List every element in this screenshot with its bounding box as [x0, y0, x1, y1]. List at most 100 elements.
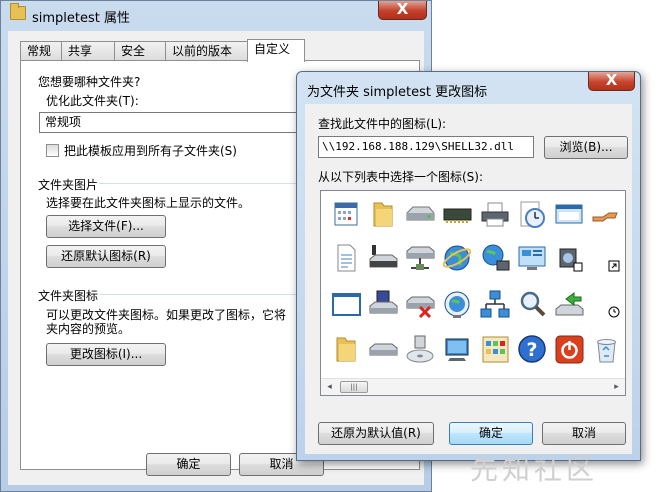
network-share-icon-glyph — [555, 292, 584, 316]
drive-icon[interactable] — [403, 197, 437, 231]
audio-shortcut-icon[interactable] — [552, 241, 586, 275]
cd-drive-icon-glyph — [369, 343, 398, 356]
icon-list[interactable]: ? ◂ ||| ▸ — [320, 190, 626, 396]
monitor-settings-icon[interactable] — [515, 241, 549, 275]
globe-icon-glyph — [442, 245, 472, 271]
folder-icon[interactable] — [329, 332, 363, 366]
floppy-drive-icon-glyph — [369, 290, 398, 314]
calendar-icon[interactable] — [329, 197, 363, 231]
network-drive-icon-glyph — [406, 246, 435, 270]
folder-type-question: 您想要哪种文件夹? — [38, 75, 141, 89]
power-icon-glyph — [555, 335, 584, 364]
horizontal-scrollbar[interactable]: ◂ ||| ▸ — [321, 378, 625, 395]
network-icon[interactable] — [478, 287, 512, 321]
change-icon-dialog: 为文件夹 simpletest 更改图标 X 查找此文件中的图标(L): \\1… — [296, 71, 641, 461]
dialog-close-button[interactable]: X — [588, 72, 635, 91]
desktop-computer-icon-glyph — [445, 338, 469, 361]
tab-general[interactable]: 常规 — [20, 41, 62, 61]
share-hand-icon[interactable] — [589, 197, 623, 231]
close-button[interactable]: X — [378, 1, 427, 20]
select-icon-label: 从以下列表中选择一个图标(S): — [318, 170, 484, 184]
floppy-drive-icon[interactable] — [366, 287, 400, 321]
cd-install-icon[interactable] — [403, 332, 437, 366]
desktop-computer-icon[interactable] — [440, 332, 474, 366]
shortcut-arrow-icon-glyph — [608, 260, 620, 272]
folder-icon-glyph — [336, 337, 356, 362]
memory-chip-icon[interactable] — [440, 197, 474, 231]
icon-file-path-input[interactable]: \\192.168.188.129\SHELL32.dll — [318, 136, 534, 158]
group-divider — [99, 294, 299, 295]
lookup-label: 查找此文件中的图标(L): — [318, 117, 447, 131]
document-icon[interactable] — [329, 241, 363, 275]
clock-icon-glyph — [520, 201, 545, 228]
blank-window-icon-glyph — [332, 293, 361, 316]
help-icon-glyph: ? — [518, 335, 546, 363]
network-icon-glyph — [480, 290, 510, 318]
power-icon[interactable] — [552, 332, 586, 366]
tab-previous-versions[interactable]: 以前的版本 — [165, 41, 249, 61]
svg-text:?: ? — [526, 339, 537, 361]
clock-icon[interactable] — [515, 197, 549, 231]
window-icon[interactable] — [552, 197, 586, 231]
apply-template-label: 把此模板应用到所有子文件夹(S) — [64, 144, 237, 158]
shortcut-arrow-icon[interactable] — [589, 241, 623, 275]
folder-icon[interactable] — [366, 197, 400, 231]
recycle-bin-icon-glyph — [597, 339, 616, 363]
choose-file-button[interactable]: 选择文件(F)... — [46, 215, 166, 238]
drive-error-icon-glyph — [406, 296, 435, 319]
folder-icon — [10, 3, 26, 20]
folder-pictures-description: 选择要在此文件夹图标上显示的文件。 — [46, 196, 251, 210]
calendar-icon-glyph — [334, 202, 358, 226]
document-icon-glyph — [337, 244, 356, 272]
change-icon-button[interactable]: 更改图标(I)... — [46, 343, 166, 366]
scroll-thumb[interactable]: ||| — [340, 381, 368, 393]
ok-button[interactable]: 确定 — [146, 453, 231, 476]
dialog-ok-button[interactable]: 确定 — [449, 422, 533, 445]
control-panel-icon-glyph — [482, 336, 509, 363]
drive-disconnected-icon-glyph — [369, 245, 398, 268]
apply-template-checkbox[interactable] — [46, 144, 59, 157]
folder-pictures-title: 文件夹图片 — [38, 178, 99, 192]
folder-icon-title: 文件夹图标 — [38, 289, 99, 303]
window-icon-glyph — [555, 204, 583, 224]
share-hand-icon-glyph — [592, 212, 618, 222]
cd-install-icon-glyph — [406, 335, 434, 363]
search-magnifier-icon[interactable] — [515, 287, 549, 321]
globe-icon[interactable] — [440, 241, 474, 275]
optimize-select[interactable]: 常规项 — [39, 112, 339, 133]
internet-globe-icon[interactable] — [440, 287, 474, 321]
network-drive-icon[interactable] — [403, 241, 437, 275]
control-panel-icon[interactable] — [478, 332, 512, 366]
printer-icon[interactable] — [478, 197, 512, 231]
scroll-right-arrow[interactable]: ▸ — [608, 379, 625, 395]
dialog-title: 为文件夹 simpletest 更改图标 — [307, 85, 488, 100]
folder-icon-description-line-2: 夹内容的预览。 — [46, 322, 131, 336]
drive-icon-glyph — [406, 206, 435, 221]
help-icon[interactable]: ? — [515, 332, 549, 366]
internet-globe-icon-glyph — [444, 291, 470, 318]
tab-sharing[interactable]: 共享 — [61, 41, 115, 61]
tab-customize[interactable]: 自定义 — [247, 39, 305, 62]
monitor-settings-icon-glyph — [518, 246, 546, 270]
tab-security[interactable]: 安全 — [114, 41, 166, 61]
recycle-bin-icon[interactable] — [589, 332, 623, 366]
memory-chip-icon-glyph — [443, 208, 472, 223]
restore-default-image-button[interactable]: 还原默认图标(R) — [46, 245, 166, 268]
drive-error-icon[interactable] — [403, 287, 437, 321]
folder-icon-glyph — [373, 202, 393, 227]
timer-icon-glyph — [608, 306, 620, 318]
blank-window-icon[interactable] — [329, 287, 363, 321]
network-share-icon[interactable] — [552, 287, 586, 321]
restore-defaults-button[interactable]: 还原为默认值(R) — [318, 422, 434, 445]
optimize-label: 优化此文件夹(T): — [46, 94, 139, 108]
network-globe-icon[interactable] — [478, 241, 512, 275]
dialog-cancel-button[interactable]: 取消 — [542, 422, 626, 445]
properties-title: simpletest 属性 — [32, 11, 131, 26]
timer-icon[interactable] — [589, 287, 623, 321]
properties-titlebar[interactable]: simpletest 属性 X — [1, 1, 431, 31]
cd-drive-icon[interactable] — [366, 332, 400, 366]
group-divider — [99, 183, 299, 184]
browse-button[interactable]: 浏览(B)... — [544, 136, 628, 159]
scroll-left-arrow[interactable]: ◂ — [321, 379, 338, 395]
drive-disconnected-icon[interactable] — [366, 241, 400, 275]
